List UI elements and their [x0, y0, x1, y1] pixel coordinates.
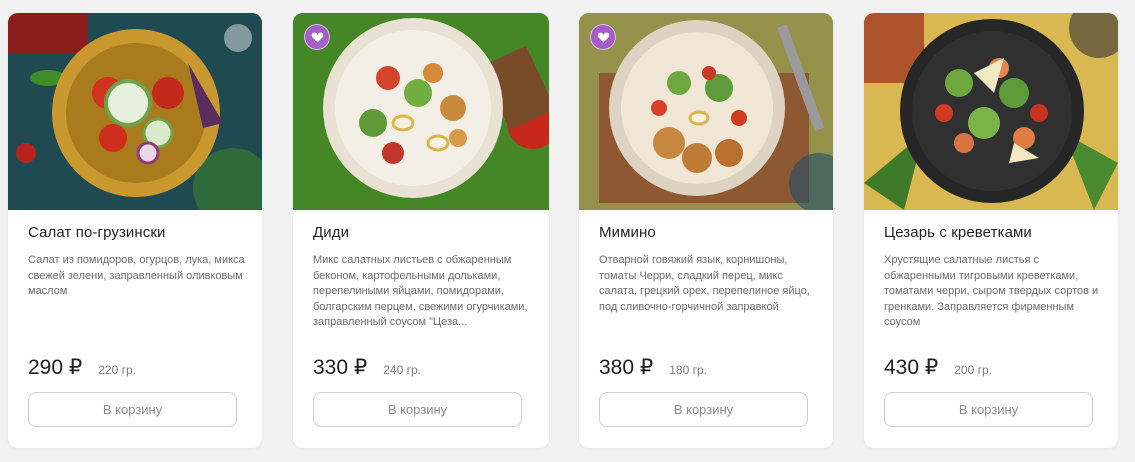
- product-description: Хрустящие салатные листья с обжаренными …: [884, 254, 1099, 328]
- product-weight: 200 гр.: [954, 363, 992, 377]
- favorite-badge[interactable]: [304, 24, 330, 50]
- product-card[interactable]: Мимино Отварной говяжий язык, корнишоны,…: [579, 13, 833, 448]
- price-row: 430 ₽ 200 гр.: [884, 355, 992, 380]
- price-row: 330 ₽ 240 гр.: [313, 355, 421, 380]
- heart-icon: [311, 32, 323, 43]
- product-weight: 240 гр.: [383, 363, 421, 377]
- product-weight: 180 гр.: [669, 363, 707, 377]
- salad-photo-icon: [8, 13, 262, 210]
- product-card[interactable]: Цезарь с креветками Хрустящие салатные л…: [864, 13, 1118, 448]
- product-title[interactable]: Цезарь с креветками: [884, 224, 1032, 241]
- salad-photo-icon: [293, 13, 549, 210]
- product-price: 290 ₽: [28, 356, 83, 379]
- price-row: 290 ₽ 220 гр.: [28, 355, 136, 380]
- add-to-cart-button[interactable]: В корзину: [313, 392, 522, 427]
- product-card[interactable]: Диди Микс салатных листьев с обжаренным …: [293, 13, 549, 448]
- product-title[interactable]: Мимино: [599, 224, 656, 241]
- favorite-badge[interactable]: [590, 24, 616, 50]
- price-row: 380 ₽ 180 гр.: [599, 355, 707, 380]
- product-photo[interactable]: [293, 13, 549, 210]
- product-card[interactable]: Салат по-грузински Салат из помидоров, о…: [8, 13, 262, 448]
- product-title[interactable]: Диди: [313, 224, 349, 241]
- product-photo[interactable]: [8, 13, 262, 210]
- product-price: 430 ₽: [884, 356, 939, 379]
- product-price: 380 ₽: [599, 356, 654, 379]
- salad-photo-icon: [579, 13, 833, 210]
- product-title[interactable]: Салат по-грузински: [28, 224, 166, 241]
- product-description: Микс салатных листьев с обжаренным бекон…: [313, 254, 528, 328]
- product-price: 330 ₽: [313, 356, 368, 379]
- product-description: Отварной говяжий язык, корнишоны, томаты…: [599, 254, 810, 313]
- add-to-cart-button[interactable]: В корзину: [599, 392, 808, 427]
- product-photo[interactable]: [864, 13, 1118, 210]
- product-description: Салат из помидоров, огурцов, лука, микса…: [28, 254, 245, 297]
- product-weight: 220 гр.: [98, 363, 136, 377]
- salad-photo-icon: [864, 13, 1118, 210]
- product-grid: Салат по-грузински Салат из помидоров, о…: [0, 0, 1135, 462]
- heart-icon: [597, 32, 609, 43]
- product-photo[interactable]: [579, 13, 833, 210]
- add-to-cart-button[interactable]: В корзину: [28, 392, 237, 427]
- add-to-cart-button[interactable]: В корзину: [884, 392, 1093, 427]
